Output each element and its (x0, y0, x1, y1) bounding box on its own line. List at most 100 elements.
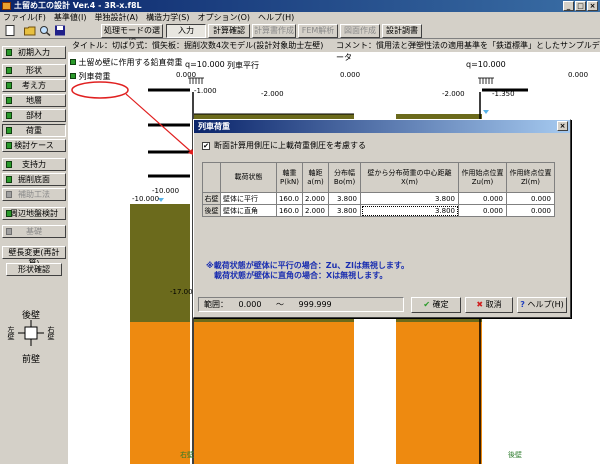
status-led-icon (6, 161, 12, 168)
cell-Zl[interactable]: 0.000 (506, 204, 555, 217)
menu-single-design[interactable]: 単独設計(A) (94, 12, 138, 23)
legend-label: 土留め壁に作用する鉛直荷重 (78, 58, 183, 67)
elev-top-mid: 0.000 (340, 71, 361, 79)
legend-train-load[interactable]: 列車荷重 (70, 71, 111, 82)
sidebar-item-members[interactable]: 部材 (2, 109, 66, 122)
train-load-dialog: 列車荷重 × ✔ 断面計算用側圧に上載荷重側圧を考慮する 載荷状態 軸重 P(kN… (193, 119, 571, 318)
elev-top-left: 0.000 (176, 71, 197, 79)
cell-state[interactable]: 壁体に平行 (220, 192, 277, 205)
range-display: 範囲： 0.000 〜 999.999 (198, 297, 404, 312)
cell-Zl[interactable]: 0.000 (506, 192, 555, 205)
cross-icon: ✖ (476, 300, 484, 309)
mode-select-button[interactable]: 処理モードの選択 (101, 24, 163, 47)
elev-l2: -2.000 (261, 90, 284, 98)
search-icon[interactable] (39, 25, 51, 36)
drawing-button[interactable]: 図面作成 (340, 24, 380, 38)
header-axle-dist: 軸距 a(m) (302, 162, 329, 193)
cell-Bo[interactable]: 3.800 (328, 204, 361, 217)
cell-Zu[interactable]: 0.000 (458, 204, 507, 217)
status-led-icon (6, 228, 12, 235)
menu-standards[interactable]: 基準値(I) (54, 12, 87, 23)
cell-a[interactable]: 2.000 (302, 204, 329, 217)
compass-south-label: 前壁 (22, 355, 41, 365)
sidebar-item-initial-input[interactable]: 初期入力 (2, 46, 66, 59)
dialog-title-bar: 列車荷重 × (194, 120, 570, 133)
sidebar-item-label: 考え方 (22, 81, 46, 90)
compass-north-label: 後壁 (22, 311, 41, 321)
title-comment-bar: タイトル：切ばり式：慣矢板：掘削次数4次モデル(設計対象助士左壁) コメント：慣… (68, 40, 600, 62)
callout-ellipse (71, 81, 129, 99)
elev-r1: -2.000 (442, 90, 465, 98)
header-start: 作用始点位置 Zu(m) (458, 162, 507, 193)
input-button[interactable]: 入力 (166, 24, 206, 38)
new-file-icon[interactable] (4, 25, 16, 36)
wall-length-change-button[interactable]: 壁長変更(再計算) (2, 246, 66, 268)
close-button[interactable]: × (587, 1, 598, 11)
water-level-icon (483, 110, 489, 114)
load-q-right: q=10.000 (466, 60, 506, 69)
elev-top-right: 0.000 (568, 71, 589, 79)
cell-Bo[interactable]: 3.800 (328, 192, 361, 205)
window-title: 土留め工の設計 Ver.4 - 3R-x.f8L (14, 1, 142, 10)
sidebar-item-label: 掘削底面 (18, 175, 50, 184)
cell-X[interactable]: 3.800 (360, 192, 459, 205)
title-label: タイトル：切ばり式：慣矢板：掘削次数4次モデル(設計対象助士左壁) (72, 41, 324, 50)
row-wall-label: 後壁 (202, 204, 221, 217)
status-led-icon (6, 191, 12, 198)
calc-doc-button[interactable]: 計算書作成 (252, 24, 296, 38)
legend-label: 列車荷重 (78, 72, 111, 81)
sidebar-item-label: 初期入力 (18, 48, 50, 57)
cancel-button[interactable]: ✖ 取消 (465, 297, 513, 313)
calc-check-button[interactable]: 計算確認 (208, 24, 250, 38)
elev-left-top2: -10.000 (152, 187, 180, 195)
sidebar-item-auxiliary[interactable]: 補助工法 (2, 188, 66, 201)
sidebar-item-check-case[interactable]: 検討ケース (2, 139, 66, 152)
range-min: 0.000 (238, 300, 262, 309)
train-load-table: 載荷状態 軸重 P(kN) 軸距 a(m) 分布幅 Bo(m) 壁から分布荷重の中心距… (202, 162, 555, 217)
dialog-close-button[interactable]: × (557, 121, 568, 131)
cell-a[interactable]: 2.000 (302, 192, 329, 205)
fem-button[interactable]: FEM解析 (298, 24, 338, 38)
sidebar-item-foundation[interactable]: 基礎 (2, 225, 66, 238)
shape-check-button[interactable]: 形状確認 (6, 263, 62, 276)
sidebar-item-surroundings[interactable]: 周辺地盤検討 (2, 207, 66, 220)
status-led-icon (6, 210, 12, 217)
sidebar-item-shape[interactable]: 形状 (2, 64, 66, 77)
range-separator: 〜 (276, 300, 284, 309)
open-folder-icon[interactable] (24, 25, 36, 36)
sidebar-item-strata[interactable]: 地層 (2, 94, 66, 107)
design-doc-button[interactable]: 設計調書 (382, 24, 422, 38)
cell-state[interactable]: 壁体に直角 (220, 204, 277, 217)
menu-options[interactable]: オプション(O) (198, 12, 251, 23)
sidebar: 初期入力 形状 考え方 地層 部材 荷重 検討ケース 支持力 掘削底面 補助工法… (0, 40, 68, 464)
minimize-button[interactable]: _ (563, 1, 574, 11)
help-icon: ? (520, 300, 525, 309)
legend-ground-load: 土留め壁に作用する鉛直荷重 (70, 57, 183, 68)
sidebar-item-approach[interactable]: 考え方 (2, 79, 66, 92)
soil-lower-right (396, 322, 482, 464)
cell-Zu[interactable]: 0.000 (458, 192, 507, 205)
status-led-icon (6, 127, 12, 134)
save-icon[interactable] (54, 25, 66, 36)
legend-marker-icon (70, 73, 76, 79)
title-bar: 土留め工の設計 Ver.4 - 3R-x.f8L _ □ × (0, 0, 600, 12)
note-line-1: ※載荷状態が壁体に平行の場合：Zu、Zlは無視します。 (206, 261, 410, 270)
status-led-icon (6, 97, 12, 104)
help-button[interactable]: ? ヘルプ(H) (517, 297, 567, 313)
sidebar-item-bearing[interactable]: 支持力 (2, 158, 66, 171)
maximize-button[interactable]: □ (575, 1, 586, 11)
sidebar-item-load[interactable]: 荷重 (2, 124, 66, 137)
cell-P[interactable]: 160.0 (276, 204, 303, 217)
cell-X[interactable]: 3.800 (360, 204, 459, 217)
consider-surcharge-checkbox[interactable]: ✔ (202, 142, 210, 150)
menu-file[interactable]: ファイル(F) (3, 12, 46, 23)
range-max: 999.999 (298, 300, 332, 309)
sidebar-item-excavation-bottom[interactable]: 掘削底面 (2, 173, 66, 186)
sidebar-item-label: 検討ケース (14, 141, 54, 150)
ok-button[interactable]: ✔ 確定 (411, 297, 461, 313)
menu-help[interactable]: ヘルプ(H) (258, 12, 294, 23)
sidebar-item-label: 荷重 (26, 126, 42, 135)
menu-structural[interactable]: 構造力学(S) (146, 12, 189, 23)
ok-label: 確定 (432, 300, 449, 309)
cell-P[interactable]: 160.0 (276, 192, 303, 205)
